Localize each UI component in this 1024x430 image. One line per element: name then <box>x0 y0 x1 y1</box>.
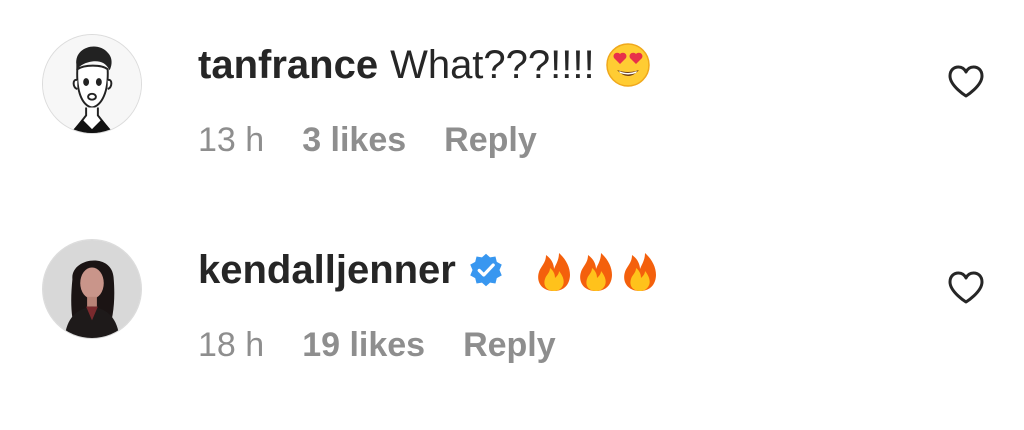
reply-button[interactable]: Reply <box>463 326 556 365</box>
comment-line: kendalljenner <box>198 245 664 295</box>
comment-item: tanfrance What???!!!! 13 h 3 likes Reply <box>0 30 1024 180</box>
comment-username[interactable]: kendalljenner <box>198 248 456 293</box>
comment-likes[interactable]: 3 likes <box>302 121 406 160</box>
comment-time: 13 h <box>198 120 265 159</box>
avatar[interactable] <box>42 34 142 134</box>
comment-meta: 13 h 3 likes Reply <box>198 118 575 162</box>
comment-time: 18 h <box>198 325 265 364</box>
avatar-illustration-icon <box>43 35 141 133</box>
heart-eyes-emoji-icon <box>605 42 651 88</box>
comment-line: tanfrance What???!!!! <box>198 40 651 90</box>
like-heart-icon[interactable] <box>946 270 986 306</box>
comment-likes[interactable]: 19 likes <box>302 326 425 365</box>
comment-text: What???!!!! <box>390 42 595 87</box>
like-heart-icon[interactable] <box>946 64 986 100</box>
avatar[interactable] <box>42 239 142 339</box>
fire-emoji-icon <box>532 247 664 293</box>
reply-button[interactable]: Reply <box>444 121 537 160</box>
comments-list: tanfrance What???!!!! 13 h 3 likes Reply <box>0 0 1024 430</box>
verified-badge-icon <box>468 252 504 288</box>
comment-meta: 18 h 19 likes Reply <box>198 323 594 367</box>
avatar-photo-icon <box>43 240 141 338</box>
comment-item: kendalljenner 18 h 19 likes Reply <box>0 235 1024 385</box>
comment-username[interactable]: tanfrance <box>198 43 378 88</box>
